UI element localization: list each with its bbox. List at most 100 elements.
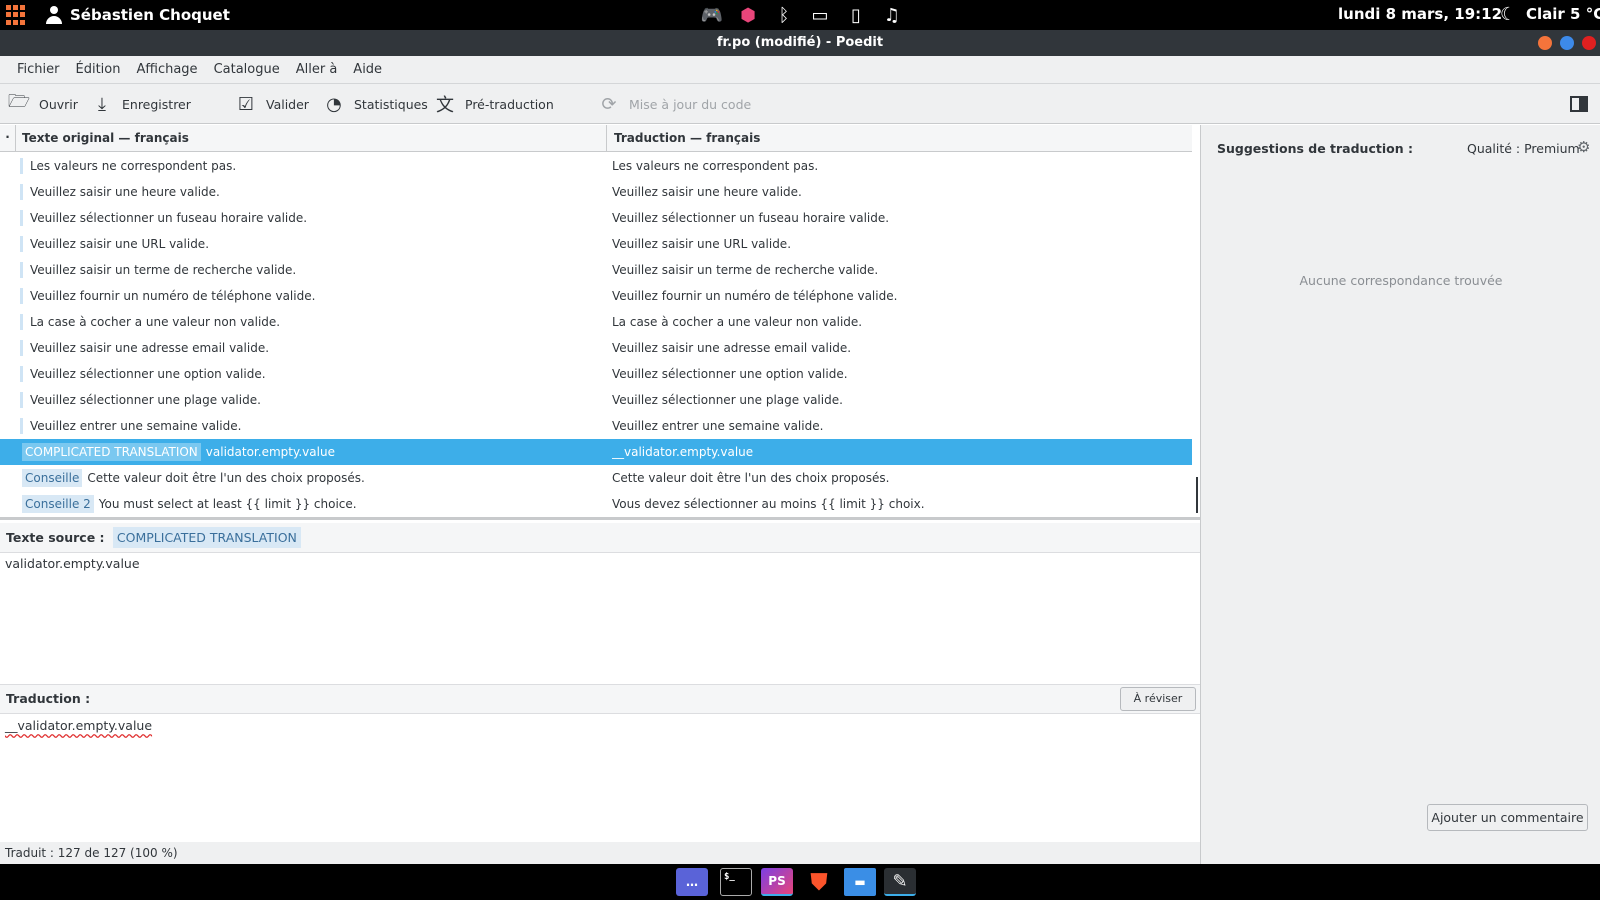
table-row[interactable]: Veuillez entrer une semaine valide. Veuil… bbox=[0, 413, 1192, 439]
poedit-icon[interactable]: ✎ bbox=[884, 868, 916, 896]
maximize-button[interactable] bbox=[1560, 36, 1574, 50]
table-row[interactable]: Veuillez sélectionner un fuseau horaire … bbox=[0, 205, 1192, 231]
dolphin-icon[interactable]: … bbox=[676, 868, 708, 896]
menu-affichage[interactable]: Affichage bbox=[128, 56, 205, 84]
row-original-text: Veuillez saisir un terme de recherche va… bbox=[30, 257, 600, 283]
statistics-button[interactable]: ◔ Statistiques bbox=[322, 92, 428, 116]
row-context-badge: Conseille bbox=[22, 469, 83, 487]
status-bar: Traduit : 127 de 127 (100 %) bbox=[0, 842, 1200, 864]
taskbar: … $_ PS ⛊ ▬ ✎ bbox=[0, 864, 1600, 900]
source-text[interactable]: validator.empty.value bbox=[5, 556, 140, 571]
table-row[interactable]: Veuillez sélectionner une option valide.… bbox=[0, 361, 1192, 387]
row-original-text: Veuillez saisir une heure valide. bbox=[30, 179, 600, 205]
table-row[interactable]: Veuillez fournir un numéro de téléphone … bbox=[0, 283, 1192, 309]
menu-aide[interactable]: Aide bbox=[345, 56, 390, 84]
moon-icon: ☾ bbox=[1500, 4, 1517, 25]
suggestions-sidebar: Suggestions de traduction : Qualité : Pr… bbox=[1200, 125, 1600, 864]
table-row[interactable]: Veuillez saisir un terme de recherche va… bbox=[0, 257, 1192, 283]
row-original-text: La case à cocher a une valeur non valide… bbox=[30, 309, 600, 335]
row-status-marker bbox=[20, 340, 23, 356]
row-original-text: Veuillez entrer une semaine valide. bbox=[30, 413, 600, 439]
row-original-text: COMPLICATED TRANSLATION validator.empty.v… bbox=[22, 439, 592, 465]
discord-icon[interactable]: 🎮 bbox=[700, 3, 724, 27]
sidebar-toggle-icon[interactable] bbox=[1570, 96, 1588, 112]
column-header-status[interactable]: · bbox=[0, 125, 16, 152]
open-button[interactable]: 🗁 Ouvrir bbox=[7, 91, 78, 116]
row-status-marker bbox=[20, 210, 23, 226]
minimize-button[interactable] bbox=[1538, 36, 1552, 50]
row-original-text: Veuillez sélectionner un fuseau horaire … bbox=[30, 205, 600, 231]
table-row[interactable]: COMPLICATED TRANSLATION validator.empty.v… bbox=[0, 439, 1192, 465]
row-original-text: Veuillez saisir une URL valide. bbox=[30, 231, 600, 257]
needs-review-button[interactable]: À réviser bbox=[1120, 687, 1196, 711]
download-icon: ⤓ bbox=[98, 93, 106, 115]
row-original-text: Conseille Cette valeur doit être l'un des… bbox=[22, 465, 592, 491]
usb-icon[interactable]: ▯ bbox=[844, 3, 868, 27]
row-original-value: Veuillez saisir une URL valide. bbox=[30, 237, 210, 251]
phpstorm-icon[interactable]: PS bbox=[761, 868, 793, 896]
column-header-original[interactable]: Texte original — français bbox=[16, 125, 607, 152]
terminal-icon[interactable]: $_ bbox=[720, 868, 752, 896]
translation-header: Traduction : À réviser bbox=[0, 684, 1200, 714]
row-original-text: Veuillez fournir un numéro de téléphone … bbox=[30, 283, 600, 309]
list-scrollbar[interactable] bbox=[1196, 477, 1198, 513]
table-row[interactable]: Veuillez sélectionner une plage valide. V… bbox=[0, 387, 1192, 413]
window-titlebar[interactable]: fr.po (modifié) - Poedit bbox=[0, 30, 1600, 56]
row-original-value: Veuillez saisir une adresse email valide… bbox=[30, 341, 270, 355]
menu-catalogue[interactable]: Catalogue bbox=[206, 56, 288, 84]
row-original-value: La case à cocher a une valeur non valide… bbox=[30, 315, 281, 329]
row-translation-text: Veuillez saisir une URL valide. bbox=[612, 237, 792, 251]
pie-chart-icon: ◔ bbox=[326, 93, 342, 115]
window-title: fr.po (modifié) - Poedit bbox=[716, 35, 884, 50]
table-row[interactable]: Les valeurs ne correspondent pas. Les val… bbox=[0, 153, 1192, 179]
app-launcher-icon[interactable] bbox=[6, 5, 26, 25]
brave-icon[interactable]: ⛊ bbox=[803, 868, 835, 896]
table-row[interactable]: Veuillez saisir une heure valide. Veuille… bbox=[0, 179, 1192, 205]
row-translation-text: Veuillez entrer une semaine valide. bbox=[612, 419, 824, 433]
jetbrains-toolbox-icon[interactable]: ⬢ bbox=[736, 3, 760, 27]
files-icon[interactable]: ▬ bbox=[844, 868, 876, 896]
validate-button[interactable]: ☑ Valider bbox=[234, 92, 309, 116]
table-row[interactable]: Veuillez saisir une URL valide. Veuillez … bbox=[0, 231, 1192, 257]
table-row[interactable]: Conseille 2 You must select at least {{ l… bbox=[0, 491, 1192, 517]
translate-icon: 文 bbox=[436, 95, 454, 116]
row-context-badge: COMPLICATED TRANSLATION bbox=[22, 443, 201, 461]
menu-aller-a[interactable]: Aller à bbox=[288, 56, 346, 84]
update-from-code-button[interactable]: ⟳ Mise à jour du code bbox=[597, 92, 751, 116]
row-original-value: Veuillez sélectionner un fuseau horaire … bbox=[30, 211, 308, 225]
close-button[interactable] bbox=[1582, 36, 1596, 50]
top-panel: Sébastien Choquet 🎮 ⬢ ᛒ ▭ ▯ ♫ lundi 8 ma… bbox=[0, 0, 1600, 30]
row-original-value: validator.empty.value bbox=[205, 445, 335, 459]
gear-icon[interactable]: ⚙ bbox=[1577, 138, 1590, 156]
row-original-value: Cette valeur doit être l'un des choix pr… bbox=[87, 471, 365, 485]
menubar: Fichier Édition Affichage Catalogue Alle… bbox=[0, 56, 1600, 84]
add-comment-button[interactable]: Ajouter un commentaire bbox=[1427, 804, 1588, 831]
row-status-marker bbox=[20, 392, 23, 408]
row-original-text: Conseille 2 You must select at least {{ l… bbox=[22, 491, 592, 517]
quality-label[interactable]: Qualité : Premium bbox=[1467, 141, 1580, 156]
table-row[interactable]: La case à cocher a une valeur non valide… bbox=[0, 309, 1192, 335]
menu-fichier[interactable]: Fichier bbox=[9, 56, 68, 84]
no-match-message: Aucune correspondance trouvée bbox=[1299, 273, 1503, 288]
table-row[interactable]: Conseille Cette valeur doit être l'un des… bbox=[0, 465, 1192, 491]
bluetooth-icon[interactable]: ᛒ bbox=[772, 3, 796, 27]
music-icon[interactable]: ♫ bbox=[880, 3, 904, 27]
row-status-marker bbox=[20, 418, 23, 434]
table-row[interactable]: Veuillez saisir une adresse email valide… bbox=[0, 335, 1192, 361]
row-status-marker bbox=[20, 288, 23, 304]
pretranslate-button[interactable]: 文 Pré-traduction bbox=[433, 92, 554, 116]
save-button[interactable]: ⤓ Enregistrer bbox=[90, 92, 191, 116]
row-original-value: Veuillez entrer une semaine valide. bbox=[30, 419, 242, 433]
menu-edition[interactable]: Édition bbox=[68, 56, 129, 84]
translation-editor[interactable]: __validator.empty.value bbox=[5, 718, 152, 733]
row-status-marker bbox=[20, 236, 23, 252]
column-header-translation[interactable]: Traduction — français bbox=[608, 125, 1192, 152]
string-list[interactable]: · Texte original — français Traduction —… bbox=[0, 125, 1200, 520]
user-icon[interactable] bbox=[46, 6, 62, 24]
weather[interactable]: Clair 5 °C bbox=[1526, 5, 1600, 23]
clock[interactable]: lundi 8 mars, 19:12 bbox=[1338, 5, 1502, 23]
row-translation-text: Veuillez saisir une heure valide. bbox=[612, 185, 802, 199]
display-icon[interactable]: ▭ bbox=[808, 3, 832, 27]
user-name[interactable]: Sébastien Choquet bbox=[70, 6, 230, 24]
row-translation-text: Veuillez sélectionner un fuseau horaire … bbox=[612, 211, 890, 225]
